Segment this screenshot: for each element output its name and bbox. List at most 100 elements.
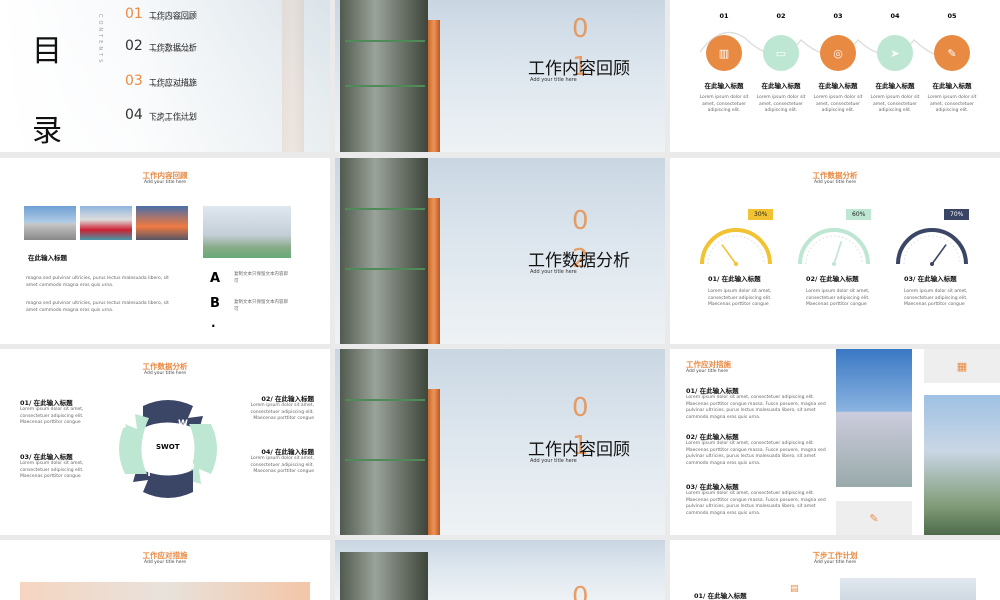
orange-pipe [428,20,440,152]
swot-item-3: 03/ 在此输入标题 Lorem ipsum dolor sit amet, co… [20,451,104,481]
gauge-text: Lorem ipsum dolor sit amet, consectetuer… [904,289,968,307]
step-title: 在此输入标题 [932,82,972,90]
toc-sub: Add your title here [152,84,195,89]
review-text: magna sed pulvinar ultricies, purus lect… [26,301,169,313]
railing [345,399,425,401]
review-slide[interactable]: 工作内容回顾 Add your title here 在此输入标题 magna … [0,158,330,344]
toc-item-1[interactable]: 01 工作内容回顾 Add your title here [125,6,197,22]
swot-letter-o: O [187,462,195,472]
toc-slide[interactable]: 目 录 CONTENTS 01 工作内容回顾 Add your title here… [0,0,330,152]
toc-item-3[interactable]: 03 工作应对措施 Add your title here [125,73,197,89]
letter-b: B [210,296,220,311]
step-text: Lorem ipsum dolor sit amet, consectetuer… [699,95,749,113]
globe-icon: ◎ [833,46,843,60]
section-slide-2[interactable]: 0 2 工作数据分析 Add your title here [335,158,665,344]
item-title: 04/ 在此输入标题 [261,448,314,456]
orange-pipe [428,389,440,535]
slide-subtitle: Add your title here [686,369,729,374]
step-circle: ▭ [763,35,799,71]
section-subtitle: Add your title here [530,269,577,275]
toc-num: 01 [125,6,143,22]
item-text: Lorem ipsum dolor sit amet, consectetuer… [686,441,826,466]
step-text: Lorem ipsum dolor sit amet, consectetuer… [927,95,977,113]
step-number: 05 [947,12,957,20]
gauge-percent: 60% [846,209,872,220]
swot-slide[interactable]: 工作数据分析 Add your title here SWOT S W O T … [0,349,330,535]
photo [24,206,76,240]
gauge-dial [700,228,772,266]
plant-photo [924,395,1000,535]
item-title: 03/ 在此输入标题 [686,483,739,491]
tower-photo [340,158,428,344]
item-title: 02/ 在此输入标题 [686,433,739,441]
photo [203,206,291,258]
railing [345,208,425,210]
section-number: 0 [572,582,589,600]
gauge-title: 02/ 在此输入标题 [806,275,859,283]
b-text: 复制文本只保留文本内容即可 [234,300,288,312]
step-text: Lorem ipsum dolor sit amet, consectetuer… [756,95,806,113]
section-title: 工作数据分析 [528,251,630,271]
step-number: 03 [833,12,843,20]
item-text: Lorem ipsum dolor sit amet, consectetuer… [20,407,84,425]
swot-center: SWOT [156,443,180,451]
item-text: Lorem ipsum dolor sit amet, consectetuer… [20,461,84,479]
item-text: Lorem ipsum dolor sit amet, consectetuer… [686,491,826,516]
measure-item-1: 01/ 在此输入标题 Lorem ipsum dolor sit amet, co… [686,385,826,421]
step-text: Lorem ipsum dolor sit amet, consectetuer… [870,95,920,113]
toc-num: 02 [125,38,143,54]
section-subtitle: Add your title here [530,77,577,83]
step-number: 02 [776,12,786,20]
item-text: Lorem ipsum dolor sit amet, consectetuer… [250,456,314,474]
tower-photo [340,552,428,600]
toc-sub: Add your title here [152,49,195,54]
review-heading: 在此输入标题 [28,254,67,262]
step-number: 04 [890,12,900,20]
swot-letter-t: T [146,469,153,479]
gauges-slide[interactable]: 工作数据分析 Add your title here 30% 01/ 在此输入标… [670,158,1000,344]
gauge-percent: 70% [944,209,970,220]
dot: . [211,316,216,330]
gauge-title: 01/ 在此输入标题 [708,275,761,283]
step-circle: ▥ [706,35,742,71]
grid-icon: ▦ [924,349,1000,383]
swot-item-2: 02/ 在此输入标题 Lorem ipsum dolor sit amet, co… [230,393,314,423]
swot-item-1: 01/ 在此输入标题 Lorem ipsum dolor sit amet, co… [20,397,104,427]
plan-slide[interactable]: 下步工作计划 Add your title here ▤ 01/ 在此输入标题 [670,540,1000,600]
gauge-percent: 30% [748,209,774,220]
orange-pipe [428,198,440,344]
section-title: 工作内容回顾 [528,440,630,460]
measures-slide-2[interactable]: 工作应对措施 Add your title here [0,540,330,600]
section-slide-3[interactable]: 0 1 工作内容回顾 Add your title here [335,349,665,535]
item-title: 02/ 在此输入标题 [261,395,314,403]
measures-slide[interactable]: 工作应对措施 Add your title here 01/ 在此输入标题 Lor… [670,349,1000,535]
step-circle: ➤ [877,35,913,71]
section-slide-4[interactable]: 0 [335,540,665,600]
slide-subtitle: Add your title here [813,560,857,565]
toc-sub: Add your title here [152,17,195,22]
chat-icon: ▭ [775,46,787,60]
slide-grid: 目 录 CONTENTS 01 工作内容回顾 Add your title here… [0,0,1000,600]
letter-a: A [210,271,221,286]
photo [80,206,132,240]
section-number: 0 [572,393,589,423]
toc-item-4[interactable]: 04 下步工作计划 Add your title here [125,107,197,123]
toc-sub: Add your title here [152,118,195,123]
gauge-text: Lorem ipsum dolor sit amet, consectetuer… [708,289,772,307]
railing [345,459,425,461]
section-slide-1[interactable]: 0 1 工作内容回顾 Add your title here [335,0,665,152]
contents-vertical-label: CONTENTS [97,14,103,66]
toc-item-2[interactable]: 02 工作数据分析 Add your title here [125,38,197,54]
item-title: 03/ 在此输入标题 [20,453,73,461]
photo [136,206,188,240]
section-number: 0 [572,206,589,236]
step-circle: ◎ [820,35,856,71]
slide-subtitle: Add your title here [143,180,187,185]
steps-slide[interactable]: 01 ▥ 在此输入标题 Lorem ipsum dolor sit amet, … [670,0,1000,152]
toc-num: 04 [125,107,143,123]
chart-icon: ▥ [718,46,730,60]
item-title: 01/ 在此输入标题 [686,387,739,395]
step-number: 01 [719,12,729,20]
document-icon: ▤ [790,584,799,594]
swot-letter-s: S [120,421,127,431]
